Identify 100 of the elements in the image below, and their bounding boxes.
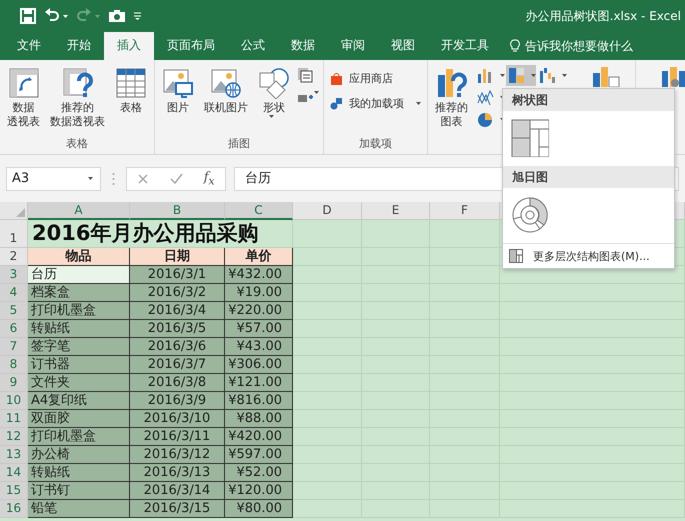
- table-cell[interactable]: 打印机墨盒: [28, 302, 130, 320]
- table-cell[interactable]: 签字笔: [28, 338, 130, 356]
- undo-icon[interactable]: [44, 8, 60, 24]
- sheet-cell[interactable]: [293, 374, 362, 392]
- ribbon-button[interactable]: 形状: [255, 65, 293, 136]
- table-cell[interactable]: ¥220.00: [225, 302, 293, 320]
- table-cell[interactable]: ¥420.00: [225, 428, 293, 446]
- insert-function-button[interactable]: f$_{x}$: [204, 170, 215, 188]
- table-cell[interactable]: 转贴纸: [28, 464, 130, 482]
- sheet-cell[interactable]: [430, 266, 500, 284]
- caret-icon[interactable]: [63, 14, 68, 18]
- table-cell[interactable]: ¥121.00: [225, 374, 293, 392]
- ribbon-tab[interactable]: 文件: [4, 32, 54, 60]
- column-header[interactable]: B: [130, 202, 225, 220]
- row-header[interactable]: 1: [0, 220, 28, 248]
- ribbon-tab[interactable]: 公式: [228, 32, 278, 60]
- sheet-cell[interactable]: [293, 410, 362, 428]
- ribbon-tab[interactable]: 页面布局: [154, 32, 228, 60]
- sheet-cell[interactable]: [293, 356, 362, 374]
- table-cell[interactable]: 2016/3/8: [130, 374, 225, 392]
- save-icon[interactable]: [20, 8, 36, 24]
- sheet-cell[interactable]: [293, 320, 362, 338]
- chart-type-button[interactable]: [506, 65, 536, 86]
- column-header[interactable]: E: [362, 202, 430, 220]
- ribbon-button[interactable]: 数据 透视表: [4, 65, 43, 136]
- chart-type-button[interactable]: [537, 65, 567, 86]
- row-header[interactable]: 14: [0, 464, 28, 482]
- table-cell[interactable]: 2016/3/15: [130, 500, 225, 518]
- table-cell[interactable]: ¥19.00: [225, 284, 293, 302]
- treemap-chart-icon[interactable]: [511, 119, 549, 157]
- table-cell[interactable]: 2016/3/7: [130, 356, 225, 374]
- ribbon-button[interactable]: 图片: [159, 65, 197, 136]
- row-header[interactable]: 3: [0, 266, 28, 284]
- column-header[interactable]: F: [430, 202, 500, 220]
- ribbon-tab[interactable]: 插入: [104, 32, 154, 60]
- table-cell[interactable]: 2016/3/13: [130, 464, 225, 482]
- sheet-cell[interactable]: [293, 302, 362, 320]
- table-cell[interactable]: 订书钉: [28, 482, 130, 500]
- ribbon-tab[interactable]: 开发工具: [428, 32, 502, 60]
- table-cell[interactable]: ¥88.00: [225, 410, 293, 428]
- customize-icon[interactable]: [134, 12, 141, 20]
- sheet-cell[interactable]: [293, 500, 362, 518]
- table-cell[interactable]: 铅笔: [28, 500, 130, 518]
- ribbon-tab[interactable]: 开始: [54, 32, 104, 60]
- ribbon-button[interactable]: 表格: [112, 65, 150, 136]
- table-cell[interactable]: 文件夹: [28, 374, 130, 392]
- tell-me-field[interactable]: 告诉我你想要做什么: [525, 38, 633, 54]
- sheet-cell[interactable]: [293, 446, 362, 464]
- table-cell[interactable]: 2016/3/2: [130, 284, 225, 302]
- sheet-cell[interactable]: [293, 392, 362, 410]
- table-cell[interactable]: 2016/3/4: [130, 302, 225, 320]
- ribbon-tab[interactable]: 视图: [378, 32, 428, 60]
- table-cell[interactable]: 2016/3/12: [130, 446, 225, 464]
- select-all-corner[interactable]: [0, 202, 28, 220]
- sheet-cell[interactable]: [293, 220, 362, 248]
- ribbon-button[interactable]: 推荐的 数据透视表: [47, 65, 108, 136]
- row-header[interactable]: 13: [0, 446, 28, 464]
- column-header[interactable]: A: [28, 202, 130, 220]
- row-header[interactable]: 6: [0, 320, 28, 338]
- table-cell[interactable]: 2016/3/11: [130, 428, 225, 446]
- row-header[interactable]: 12: [0, 428, 28, 446]
- column-header[interactable]: D: [293, 202, 362, 220]
- table-cell[interactable]: 台历: [28, 266, 130, 284]
- ribbon-tab[interactable]: 数据: [278, 32, 328, 60]
- table-cell[interactable]: 2016/3/14: [130, 482, 225, 500]
- row-header[interactable]: 15: [0, 482, 28, 500]
- sheet-cell[interactable]: [293, 248, 362, 266]
- add-in-button[interactable]: 我的加载项: [347, 96, 406, 111]
- row-header[interactable]: 7: [0, 338, 28, 356]
- sheet-cell[interactable]: [293, 464, 362, 482]
- table-cell[interactable]: ¥80.00: [225, 500, 293, 518]
- table-cell[interactable]: 2016/3/10: [130, 410, 225, 428]
- table-cell[interactable]: 2016/3/6: [130, 338, 225, 356]
- table-cell[interactable]: 2016/3/9: [130, 392, 225, 410]
- row-header[interactable]: 4: [0, 284, 28, 302]
- table-cell[interactable]: 办公椅: [28, 446, 130, 464]
- row-header[interactable]: 2: [0, 248, 28, 266]
- table-cell[interactable]: ¥816.00: [225, 392, 293, 410]
- row-header[interactable]: 8: [0, 356, 28, 374]
- more-charts-item[interactable]: 更多层次结构图表(M)...: [533, 248, 650, 264]
- name-box[interactable]: A3: [6, 166, 101, 190]
- sheet-cell[interactable]: [430, 248, 500, 266]
- camera-icon[interactable]: [108, 9, 126, 23]
- ribbon-button[interactable]: 推荐的 图表: [432, 65, 471, 151]
- sheet-cell[interactable]: [293, 284, 362, 302]
- sheet-cell[interactable]: [293, 266, 362, 284]
- cancel-icon[interactable]: [137, 172, 150, 184]
- table-cell[interactable]: 转贴纸: [28, 320, 130, 338]
- table-cell[interactable]: 双面胶: [28, 410, 130, 428]
- sheet-cell[interactable]: [362, 220, 430, 248]
- row-header[interactable]: 5: [0, 302, 28, 320]
- table-cell[interactable]: ¥120.00: [225, 482, 293, 500]
- ribbon-button[interactable]: 联机图片: [201, 65, 251, 136]
- table-cell[interactable]: 2016/3/5: [130, 320, 225, 338]
- table-cell[interactable]: ¥432.00: [225, 266, 293, 284]
- table-cell[interactable]: 2016/3/1: [130, 266, 225, 284]
- sheet-cell[interactable]: [293, 482, 362, 500]
- table-cell[interactable]: ¥43.00: [225, 338, 293, 356]
- table-cell[interactable]: ¥306.00: [225, 356, 293, 374]
- row-header[interactable]: 11: [0, 410, 28, 428]
